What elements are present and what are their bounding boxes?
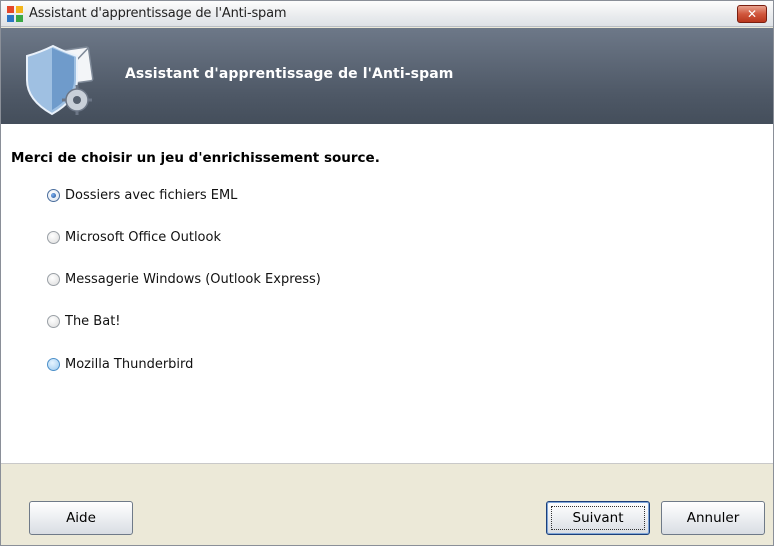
option-thunderbird[interactable]: Mozilla Thunderbird bbox=[47, 357, 193, 372]
option-the-bat[interactable]: The Bat! bbox=[47, 314, 121, 329]
next-button[interactable]: Suivant bbox=[546, 501, 650, 535]
option-label: Microsoft Office Outlook bbox=[65, 230, 221, 245]
window-title: Assistant d'apprentissage de l'Anti-spam bbox=[29, 6, 287, 21]
content-panel: Merci de choisir un jeu d'enrichissement… bbox=[1, 124, 773, 464]
wizard-window: Assistant d'apprentissage de l'Anti-spam… bbox=[0, 0, 774, 546]
option-outlook[interactable]: Microsoft Office Outlook bbox=[47, 230, 221, 245]
radio-the-bat[interactable] bbox=[47, 315, 60, 328]
option-label: The Bat! bbox=[65, 314, 121, 329]
header-banner: Assistant d'apprentissage de l'Anti-spam bbox=[1, 28, 773, 124]
close-button[interactable]: ✕ bbox=[737, 5, 767, 23]
radio-eml-folders[interactable] bbox=[47, 189, 60, 202]
close-icon: ✕ bbox=[746, 7, 758, 21]
focus-rectangle bbox=[551, 506, 645, 530]
option-windows-mail[interactable]: Messagerie Windows (Outlook Express) bbox=[47, 272, 321, 287]
help-button[interactable]: Aide bbox=[29, 501, 133, 535]
footer-bar: Aide Suivant Annuler bbox=[1, 465, 773, 545]
radio-outlook[interactable] bbox=[47, 231, 60, 244]
title-bar[interactable]: Assistant d'apprentissage de l'Anti-spam… bbox=[1, 1, 773, 27]
antispam-shield-icon bbox=[26, 44, 94, 116]
radio-windows-mail[interactable] bbox=[47, 273, 60, 286]
option-eml-folders[interactable]: Dossiers avec fichiers EML bbox=[47, 188, 237, 203]
source-prompt: Merci de choisir un jeu d'enrichissement… bbox=[11, 150, 380, 166]
option-label: Messagerie Windows (Outlook Express) bbox=[65, 272, 321, 287]
radio-thunderbird[interactable] bbox=[47, 358, 60, 371]
avg-app-icon bbox=[7, 6, 23, 22]
option-label: Dossiers avec fichiers EML bbox=[65, 188, 238, 203]
option-label: Mozilla Thunderbird bbox=[65, 357, 194, 372]
banner-title: Assistant d'apprentissage de l'Anti-spam bbox=[125, 66, 454, 82]
cancel-button[interactable]: Annuler bbox=[661, 501, 765, 535]
